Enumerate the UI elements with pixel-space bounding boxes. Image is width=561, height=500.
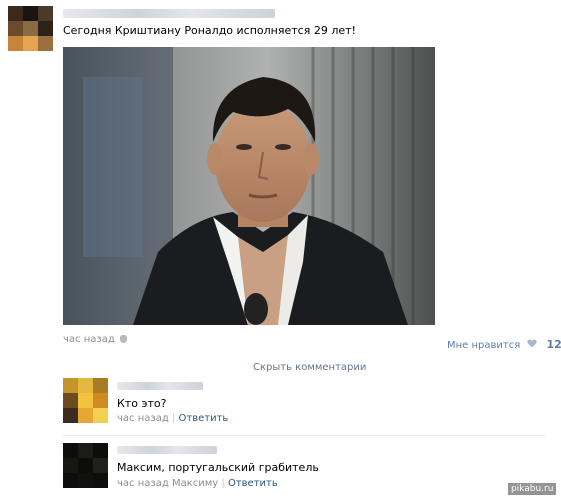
comment-2-text: Максим, португальский грабитель [117,461,319,474]
comment-2-avatar[interactable] [63,443,108,488]
comment-1-avatar[interactable] [63,378,108,423]
comment-divider [63,435,545,436]
photo-illustration [63,47,435,325]
comment-2-reply-to[interactable]: Максиму [172,478,218,489]
post-time[interactable]: час назад [63,334,127,345]
comment-2-reply-link[interactable]: Ответить [228,478,278,489]
post-avatar[interactable] [8,6,53,51]
comment-1-author-blurred[interactable] [117,382,203,390]
comment-1-time[interactable]: час назад [117,413,169,424]
like-label: Мне нравится [447,340,521,351]
post-photo[interactable] [63,47,435,325]
separator: | [221,478,225,489]
watermark: pikabu.ru [508,483,557,495]
heart-icon [527,333,537,352]
comment-1-reply-link[interactable]: Ответить [179,413,229,424]
hide-comments-link[interactable]: Скрыть комментарии [253,362,366,373]
apple-icon [119,335,127,343]
post-author-name-blurred[interactable] [63,9,275,18]
comment-1-text: Кто это? [117,397,167,410]
comment-2-author-blurred[interactable] [117,446,217,454]
like-button[interactable]: Мне нравится 12 [447,333,561,352]
separator: | [171,413,176,424]
comment-2-meta: час назад Максиму | Ответить [117,478,278,489]
comment-1-meta: час назад | Ответить [117,413,228,424]
comment-2-time[interactable]: час назад [117,478,169,489]
post-text: Сегодня Криштиану Роналдо исполняется 29… [63,24,356,37]
like-count: 12 [546,338,561,351]
